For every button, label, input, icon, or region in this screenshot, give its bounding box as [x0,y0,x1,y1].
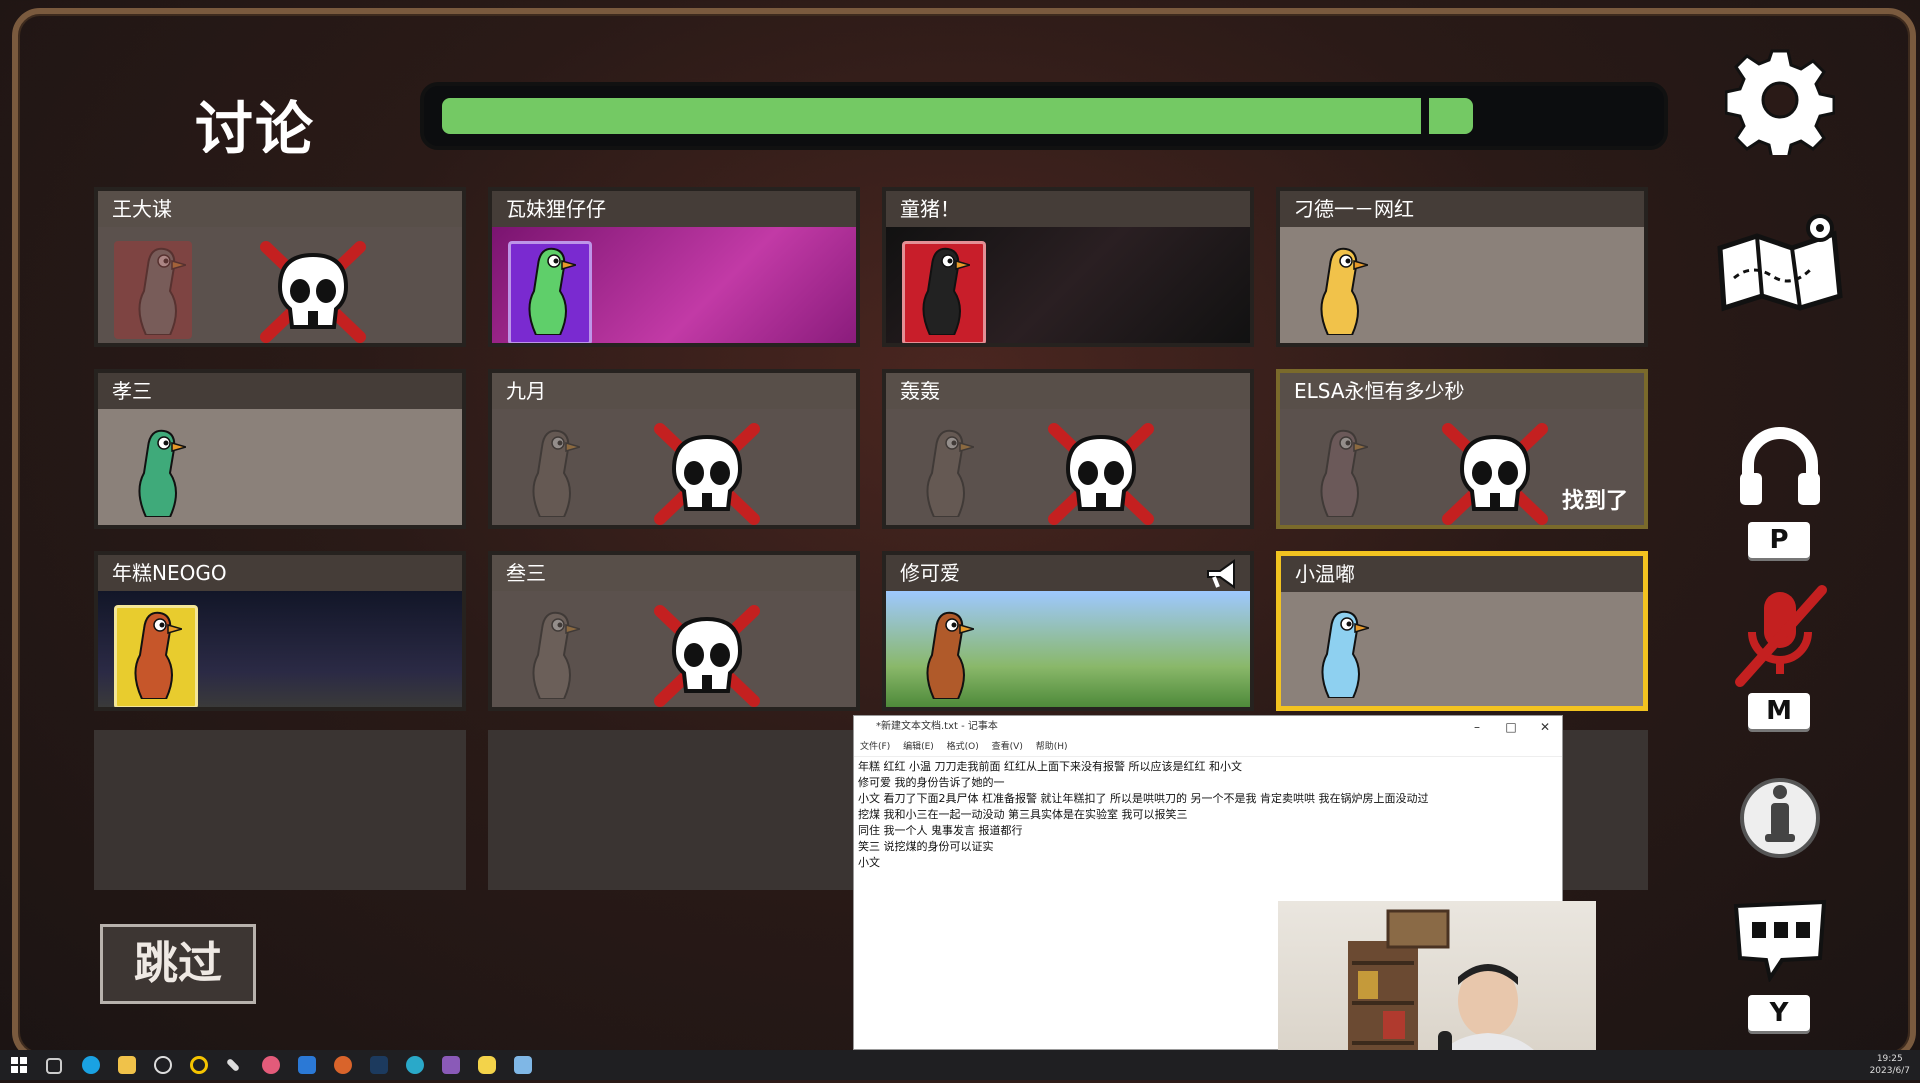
goose-game-icon[interactable] [478,1056,496,1074]
player-name: 孝三 [98,373,462,409]
phase-title: 讨论 [195,95,316,163]
minimize-icon[interactable]: – [1460,716,1494,738]
player-name: 刁德一－网红 [1280,191,1644,227]
player-card[interactable]: 轰轰 [882,369,1254,529]
task-view-icon[interactable] [46,1058,62,1074]
menu-view[interactable]: 查看(V) [992,742,1023,752]
megaphone-speaking-icon [1207,559,1235,589]
text-line: 笑三 说挖煤的身份可以证实 [858,840,994,853]
goose-avatar-icon [926,429,974,517]
app-icon[interactable] [154,1056,172,1074]
body-found-label: 找到了 [1561,489,1628,514]
player-card[interactable]: 刁德一－网红 [1276,187,1648,347]
system-clock[interactable]: 19:25 2023/6/7 [1870,1050,1910,1083]
dead-skull-icon [260,241,366,343]
player-card[interactable]: 瓦妹狸仔仔 [488,187,860,347]
goose-avatar-icon [532,611,580,699]
player-card[interactable]: 修可爱 [882,551,1254,711]
menu-format[interactable]: 格式(O) [947,742,979,752]
player-name: ELSA永恒有多少秒 [1280,373,1644,409]
empty-slot [488,730,860,890]
goose-avatar-icon [138,429,186,517]
goose-avatar-icon [134,611,182,699]
goose-avatar-icon [528,247,576,335]
app-icon[interactable] [334,1056,352,1074]
text-line: 修可爱 我的身份告诉了她的一 [858,776,1005,789]
headphones-icon[interactable] [1738,425,1822,507]
goose-avatar-icon [1321,610,1369,698]
goose-avatar-icon [922,247,970,335]
notepad-menu: 文件(F) 编辑(E) 格式(O) 查看(V) 帮助(H) [854,738,1562,757]
timer-notch [1421,98,1429,134]
player-name: 修可爱 [886,555,1250,591]
mute-key-badge: M [1748,693,1810,729]
menu-file[interactable]: 文件(F) [860,742,890,752]
notepad-taskbar-icon[interactable] [514,1056,532,1074]
close-icon[interactable]: ✕ [1528,716,1562,738]
text-line: 小文 看刀了下面2具尸体 杠准备报警 就让年糕扣了 所以是哄哄刀的 另一个不是我… [858,792,1429,805]
chat-bubble-icon[interactable] [1730,898,1830,982]
player-card[interactable]: 小温嘟 [1276,551,1648,711]
player-card[interactable]: 叁三 [488,551,860,711]
timer-fill [442,98,1473,134]
player-name: 轰轰 [886,373,1250,409]
empty-slot [94,730,466,890]
app-icon[interactable] [225,1057,241,1073]
mic-muted-icon[interactable] [1730,582,1830,692]
goose-avatar-icon [1320,429,1368,517]
settings-gear-icon[interactable] [1725,45,1835,155]
app-icon[interactable] [406,1056,424,1074]
dead-skull-icon [654,423,760,525]
player-name: 叁三 [492,555,856,591]
text-line: 挖煤 我和小三在一起一动没动 第三具实体是在实验室 我可以报笑三 [858,808,1188,821]
goose-avatar-icon [138,247,186,335]
menu-edit[interactable]: 编辑(E) [903,742,934,752]
goose-avatar-icon [1320,247,1368,335]
player-name: 王大谋 [98,191,462,227]
notepad-title: *新建文本文档.txt - 记事本 [876,721,998,732]
player-card[interactable]: 王大谋 [94,187,466,347]
goose-avatar-icon [926,611,974,699]
dead-skull-icon [1048,423,1154,525]
windows-start-icon[interactable] [10,1056,28,1074]
map-icon[interactable] [1712,208,1850,318]
notepad-titlebar: *新建文本文档.txt - 记事本 – □ ✕ [854,716,1562,738]
dead-skull-icon [1442,423,1548,525]
player-card[interactable]: 童猪！ [882,187,1254,347]
player-name: 瓦妹狸仔仔 [492,191,856,227]
text-line: 年糕 红红 小温 刀刀走我前面 红红从上面下来没有报警 所以应该是红红 和小文 [858,760,1242,773]
text-line: 小文 [858,856,880,869]
menu-help[interactable]: 帮助(H) [1036,742,1068,752]
player-card[interactable]: 九月 [488,369,860,529]
player-name: 童猪！ [886,191,1250,227]
discussion-timer-bar [420,82,1668,150]
player-name: 小温嘟 [1281,556,1643,592]
notepad-text-area[interactable]: 年糕 红红 小温 刀刀走我前面 红红从上面下来没有报警 所以应该是红红 和小文 … [854,757,1562,873]
player-card[interactable]: ELSA永恒有多少秒找到了 [1276,369,1648,529]
goose-avatar-icon [532,429,580,517]
player-name: 年糕NEOGO [98,555,462,591]
voice-key-badge: P [1748,522,1810,558]
steam-icon[interactable] [370,1056,388,1074]
maximize-icon[interactable]: □ [1494,716,1528,738]
player-card[interactable]: 孝三 [94,369,466,529]
file-explorer-icon[interactable] [118,1056,136,1074]
player-name: 九月 [492,373,856,409]
app-icon[interactable] [442,1056,460,1074]
clock-time: 19:25 [1876,1054,1903,1064]
app-icon[interactable] [190,1056,208,1074]
app-icon[interactable] [262,1056,280,1074]
clock-date: 2023/6/7 [1869,1066,1910,1076]
role-info-icon[interactable] [1738,770,1822,860]
taskbar: 19:25 2023/6/7 [0,1050,1920,1080]
dead-skull-icon [654,605,760,707]
text-line: 同住 我一个人 鬼事发言 报道都行 [858,824,1023,837]
edge-browser-icon[interactable] [82,1056,100,1074]
player-card[interactable]: 年糕NEOGO [94,551,466,711]
chat-key-badge: Y [1748,995,1810,1031]
skip-vote-button[interactable]: 跳过 [100,924,256,1004]
app-icon[interactable] [298,1056,316,1074]
